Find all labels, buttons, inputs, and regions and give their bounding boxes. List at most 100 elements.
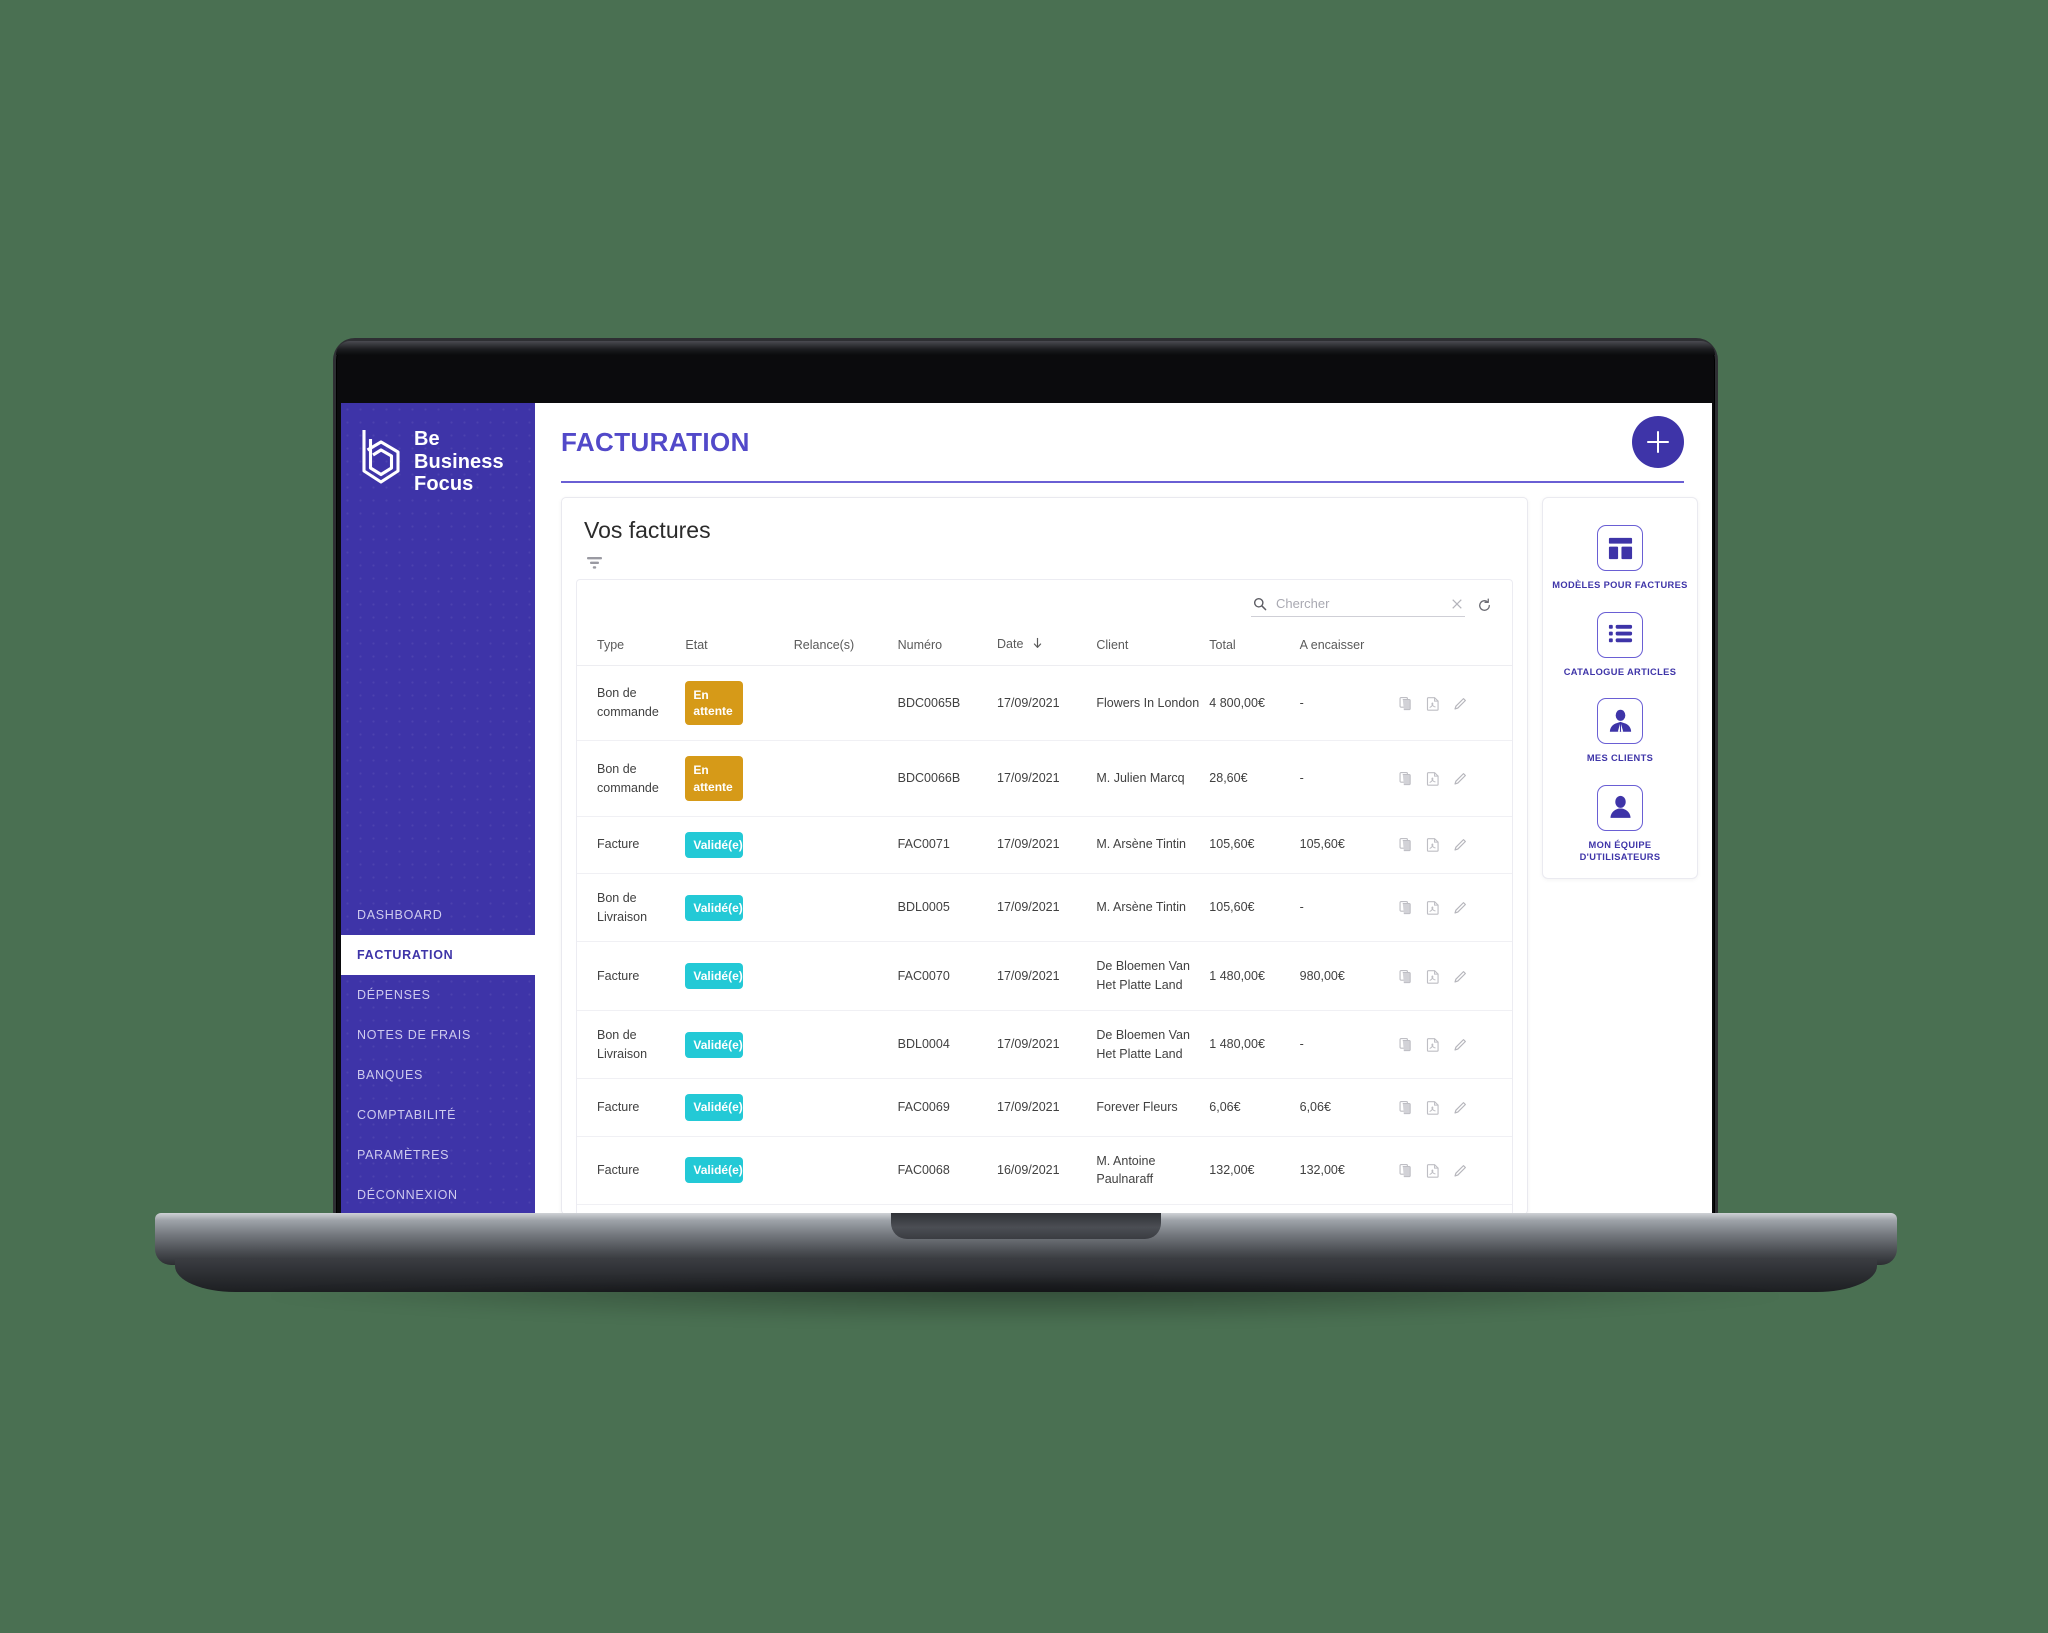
edit-icon[interactable] xyxy=(1453,771,1468,786)
copy-icon[interactable] xyxy=(1399,900,1413,915)
sidebar-item-label: DASHBOARD xyxy=(357,908,443,922)
col-type[interactable]: Type xyxy=(577,623,686,666)
cell-numero: FAC0070 xyxy=(897,941,998,1011)
brand-logo[interactable]: Be Business Focus xyxy=(341,403,535,496)
pdf-icon[interactable] xyxy=(1426,1037,1440,1052)
edit-icon[interactable] xyxy=(1453,1100,1468,1115)
cell-actions xyxy=(1398,873,1512,943)
edit-icon[interactable] xyxy=(1453,1037,1468,1052)
clear-search-button[interactable] xyxy=(1451,598,1463,610)
pdf-icon[interactable] xyxy=(1426,837,1440,853)
cell-a-encaisser: 132,00€ xyxy=(1299,1136,1399,1206)
edit-icon[interactable] xyxy=(1453,1163,1468,1178)
col-numero[interactable]: Numéro xyxy=(897,623,998,666)
sidebar-item-dashboard[interactable]: DASHBOARD xyxy=(341,895,535,935)
laptop-drop-shadow xyxy=(215,1282,1835,1324)
col-relances[interactable]: Relance(s) xyxy=(793,623,898,666)
col-date[interactable]: Date xyxy=(997,623,1097,666)
table-row[interactable]: Facture Validé(e) FAC0071 17/09/2021 M. Arsè… xyxy=(577,816,1512,874)
table-row[interactable]: Bon de commande En attente BDC0066B 17/09/2… xyxy=(577,740,1512,817)
col-client[interactable]: Client xyxy=(1096,623,1210,666)
pdf-icon[interactable] xyxy=(1426,900,1440,915)
col-a-encaisser[interactable]: A encaisser xyxy=(1299,623,1399,666)
rail-item-label: MODÈLES POUR FACTURES xyxy=(1552,580,1688,590)
filter-icon[interactable] xyxy=(586,556,603,570)
search-input[interactable] xyxy=(1276,596,1442,611)
table-row[interactable]: Facture Validé(e) FAC0068 16/09/2021 M. Anto… xyxy=(577,1136,1512,1206)
edit-icon[interactable] xyxy=(1453,969,1468,984)
cell-numero: BDC0066B xyxy=(897,740,998,817)
edit-icon[interactable] xyxy=(1453,900,1468,915)
table-row[interactable]: Facture Validé(e) FAC0069 17/09/2021 Forever… xyxy=(577,1078,1512,1137)
copy-icon[interactable] xyxy=(1399,1163,1413,1178)
sidebar-item-facturation[interactable]: FACTURATION xyxy=(341,935,535,975)
sidebar-item-banques[interactable]: BANQUES xyxy=(341,1055,535,1095)
rail-item-user[interactable]: MON ÉQUIPE D'UTILISATEURS xyxy=(1543,776,1697,875)
sidebar-item-label: COMPTABILITÉ xyxy=(357,1108,457,1122)
cell-client: M. Antoine Paulnaraff xyxy=(1096,1136,1210,1206)
cell-date: 17/09/2021 xyxy=(997,873,1097,943)
cell-actions xyxy=(1398,816,1512,874)
copy-icon[interactable] xyxy=(1399,969,1413,984)
col-etat[interactable]: Etat xyxy=(685,623,794,666)
edit-icon[interactable] xyxy=(1453,837,1468,852)
user-icon xyxy=(1597,784,1643,831)
sidebar-item-d-connexion[interactable]: DÉCONNEXION xyxy=(341,1175,535,1215)
cell-total: 4 800,00€ xyxy=(1209,665,1300,742)
search-box[interactable] xyxy=(1251,594,1465,617)
status-badge: Validé(e) xyxy=(685,894,744,921)
status-badge: Validé(e) xyxy=(685,963,744,990)
cell-total: 28,60€ xyxy=(1209,740,1300,817)
col-total[interactable]: Total xyxy=(1209,623,1300,666)
table-row[interactable]: Bon de Livraison Validé(e) BDL0004 17/09/20… xyxy=(577,1010,1512,1080)
cell-a-encaisser: - xyxy=(1299,740,1399,817)
cell-etat: Validé(e) xyxy=(685,1078,794,1137)
row-actions xyxy=(1399,696,1508,711)
copy-icon[interactable] xyxy=(1399,696,1413,711)
app-viewport: Be Business Focus DASHBOARD FACTURATION DÉ… xyxy=(341,403,1712,1215)
pdf-icon[interactable] xyxy=(1426,1100,1440,1115)
table-row[interactable]: Facture Validé(e) FAC0070 17/09/2021 De Bloe… xyxy=(577,941,1512,1011)
sidebar-item-d-penses[interactable]: DÉPENSES xyxy=(341,975,535,1015)
pdf-icon[interactable] xyxy=(1426,969,1440,984)
cell-date: 17/09/2021 xyxy=(997,941,1097,1011)
pdf-icon[interactable] xyxy=(1426,771,1440,786)
filter-row xyxy=(562,544,1527,579)
copy-icon[interactable] xyxy=(1399,1100,1413,1115)
cell-numero: FAC0068 xyxy=(897,1136,998,1206)
table-row[interactable]: Bon de commande En attente BDC0065B 17/09/2… xyxy=(577,665,1512,742)
rail-item-label: MES CLIENTS xyxy=(1586,753,1654,764)
rail-item-business-person[interactable]: MES CLIENTS xyxy=(1543,689,1697,776)
copy-icon[interactable] xyxy=(1399,1037,1413,1052)
table-container: Type Etat Relance(s) Numéro Date xyxy=(576,579,1513,1214)
cell-type: Facture xyxy=(577,1136,686,1206)
sidebar-item-notes-de-frais[interactable]: NOTES DE FRAIS xyxy=(341,1015,535,1055)
row-actions xyxy=(1399,969,1508,984)
sidebar-item-label: PARAMÈTRES xyxy=(357,1148,450,1162)
sidebar-item-comptabilit[interactable]: COMPTABILITÉ xyxy=(341,1095,535,1135)
cell-date: 17/09/2021 xyxy=(997,1078,1097,1137)
invoices-card: Vos factures Chercher Type Etat Relance(… xyxy=(561,497,1528,1215)
rail-item-layout-template[interactable]: MODÈLES POUR FACTURES xyxy=(1543,516,1697,603)
cell-relances xyxy=(793,665,898,742)
business-person-icon xyxy=(1597,698,1643,745)
copy-icon[interactable] xyxy=(1399,837,1413,852)
refresh-button[interactable] xyxy=(1477,598,1492,613)
add-new-button[interactable] xyxy=(1632,416,1684,468)
sidebar-item-param-tres[interactable]: PARAMÈTRES xyxy=(341,1135,535,1175)
cell-client: Flowers In London xyxy=(1096,665,1210,742)
edit-icon[interactable] xyxy=(1453,696,1468,711)
rail-item-label: MON ÉQUIPE D'UTILISATEURS xyxy=(1579,839,1661,863)
pdf-icon[interactable] xyxy=(1426,1163,1440,1178)
cell-total: 105,60€ xyxy=(1209,816,1300,874)
cell-client: M. Arsène Tintin xyxy=(1096,816,1210,874)
status-badge: En attente xyxy=(685,756,744,801)
rail-item-list[interactable]: CATALOGUE ARTICLES xyxy=(1543,603,1697,690)
search-icon xyxy=(1253,597,1267,611)
cell-etat: Validé(e) xyxy=(685,1136,794,1206)
cell-total: 105,60€ xyxy=(1209,873,1300,943)
cell-relances xyxy=(793,873,898,943)
pdf-icon[interactable] xyxy=(1426,696,1440,711)
copy-icon[interactable] xyxy=(1399,771,1413,786)
table-row[interactable]: Bon de Livraison Validé(e) BDL0005 17/09/20… xyxy=(577,873,1512,943)
